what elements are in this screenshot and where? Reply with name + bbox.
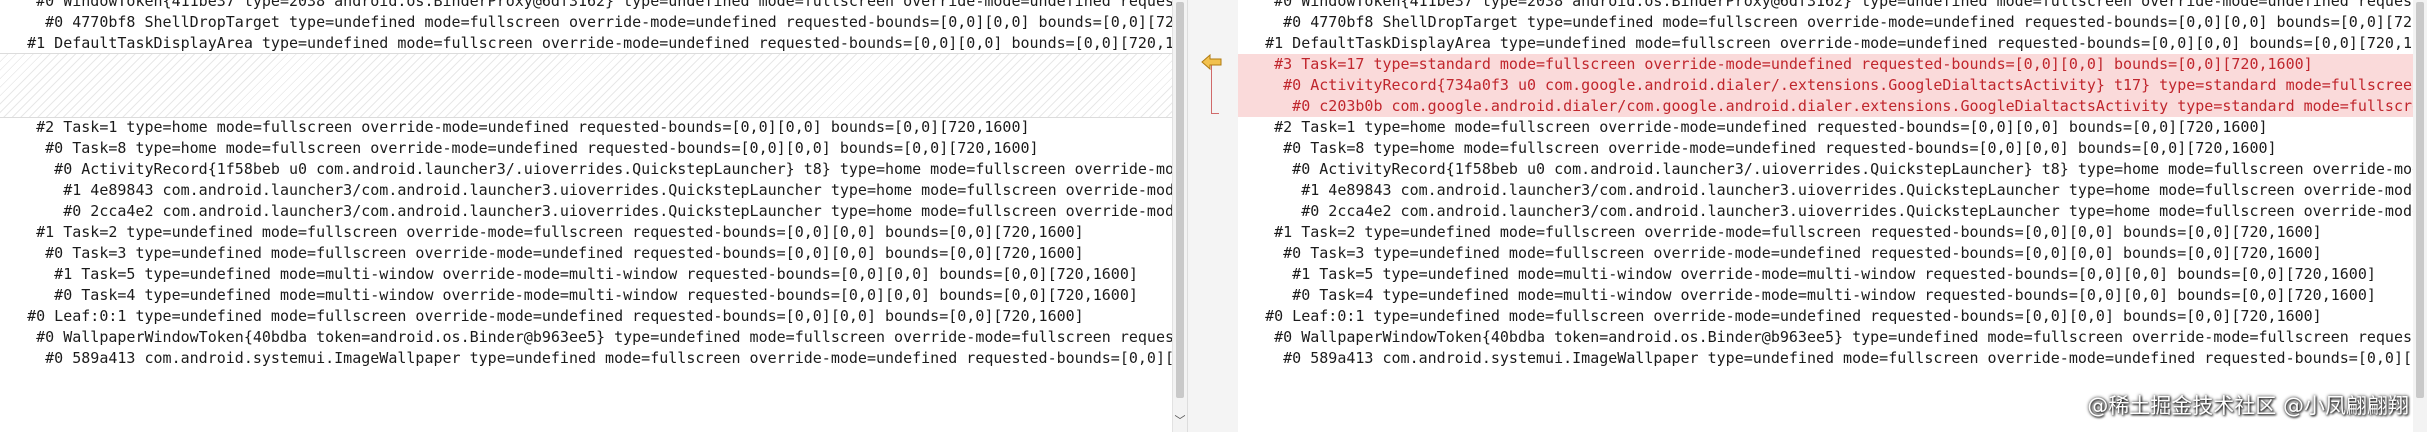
right-line-3: #1 DefaultTaskDisplayArea type=undefined… <box>1238 33 2427 54</box>
code-text: #0 WallpaperWindowToken{40bdba token=and… <box>1274 328 2427 346</box>
right-line-5: #0 Task=8 type=home mode=fullscreen over… <box>1238 138 2427 159</box>
right-added-line-1: #3 Task=17 type=standard mode=fullscreen… <box>1238 54 2427 75</box>
code-text: #0 4770bf8 ShellDropTarget type=undefine… <box>0 13 1172 31</box>
code-text: #1 DefaultTaskDisplayArea type=undefined… <box>0 34 1172 52</box>
merge-left-arrow-icon[interactable] <box>1201 54 1223 70</box>
code-text: #0 589a413 com.android.systemui.ImageWal… <box>45 349 1172 367</box>
code-text: #0 WindowToken{411be37 type=2038 android… <box>36 0 1172 10</box>
left-line-12: #0 Task=4 type=undefined mode=multi-wind… <box>0 285 1172 306</box>
right-vertical-scrollbar[interactable] <box>2413 0 2427 432</box>
left-line-15: #0 589a413 com.android.systemui.ImageWal… <box>0 348 1172 369</box>
code-text: #0 2cca4e2 com.android.launcher3/com.and… <box>0 202 1172 220</box>
code-text: #0 Task=3 type=undefined mode=fullscreen… <box>0 244 1084 262</box>
left-line-3: #1 DefaultTaskDisplayArea type=undefined… <box>0 33 1172 54</box>
right-added-line-3: #0 c203b0b com.google.android.dialer/com… <box>1238 96 2427 117</box>
right-added-line-2: #0 ActivityRecord{734a0f3 u0 com.google.… <box>1238 75 2427 96</box>
watermark-text: @稀土掘金技术社区 @小凤翩翩翔 <box>2087 394 2409 418</box>
right-line-6: #0 ActivityRecord{1f58beb u0 com.android… <box>1238 159 2427 180</box>
left-line-8: #0 2cca4e2 com.android.launcher3/com.and… <box>0 201 1172 222</box>
right-line-8: #0 2cca4e2 com.android.launcher3/com.and… <box>1238 201 2427 222</box>
code-text: #0 589a413 com.android.systemui.ImageWal… <box>1283 349 2427 367</box>
code-text: #0 ActivityRecord{1f58beb u0 com.android… <box>1292 160 2427 178</box>
scrollbar-thumb[interactable] <box>1176 2 1184 398</box>
code-text: #0 c203b0b com.google.android.dialer/com… <box>1292 97 2427 115</box>
left-line-13: #0 Leaf:0:1 type=undefined mode=fullscre… <box>0 306 1172 327</box>
code-text: #1 4e89843 com.android.launcher3/com.and… <box>0 181 1172 199</box>
code-text: #1 Task=5 type=undefined mode=multi-wind… <box>1238 265 2376 283</box>
code-text: #0 Task=4 type=undefined mode=multi-wind… <box>0 286 1138 304</box>
left-line-10: #0 Task=3 type=undefined mode=fullscreen… <box>0 243 1172 264</box>
left-line-7: #1 4e89843 com.android.launcher3/com.and… <box>0 180 1172 201</box>
code-text: #1 Task=2 type=undefined mode=fullscreen… <box>0 223 1084 241</box>
left-line-1: #0 WindowToken{411be37 type=2038 android… <box>0 0 1172 12</box>
left-line-11: #1 Task=5 type=undefined mode=multi-wind… <box>0 264 1172 285</box>
right-line-13: #0 Leaf:0:1 type=undefined mode=fullscre… <box>1238 306 2427 327</box>
left-diff-pane[interactable]: #0 WindowToken{411be37 type=2038 android… <box>0 0 1172 432</box>
code-text: #1 4e89843 com.android.launcher3/com.and… <box>1238 181 2427 199</box>
right-line-7: #1 4e89843 com.android.launcher3/com.and… <box>1238 180 2427 201</box>
right-diff-pane[interactable]: #0 WindowToken{411be37 type=2038 android… <box>1238 0 2427 432</box>
right-line-15: #0 589a413 com.android.systemui.ImageWal… <box>1238 348 2427 369</box>
code-text: #0 Leaf:0:1 type=undefined mode=fullscre… <box>0 307 1084 325</box>
right-line-4: #2 Task=1 type=home mode=fullscreen over… <box>1238 117 2427 138</box>
code-text: #0 WindowToken{411be37 type=2038 android… <box>1274 0 2427 10</box>
code-text: #0 ActivityRecord{734a0f3 u0 com.google.… <box>1283 76 2422 94</box>
code-text: #0 Task=4 type=undefined mode=multi-wind… <box>1238 286 2376 304</box>
right-line-14: #0 WallpaperWindowToken{40bdba token=and… <box>1238 327 2427 348</box>
code-text: #0 Leaf:0:1 type=undefined mode=fullscre… <box>1238 307 2322 325</box>
left-line-6: #0 ActivityRecord{1f58beb u0 com.android… <box>0 159 1172 180</box>
left-vertical-scrollbar[interactable]: ﹀ <box>1172 0 1187 432</box>
right-line-10: #0 Task=3 type=undefined mode=fullscreen… <box>1238 243 2427 264</box>
code-text: #0 WallpaperWindowToken{40bdba token=and… <box>36 328 1172 346</box>
scrollbar-thumb[interactable] <box>2416 2 2424 398</box>
left-line-14: #0 WallpaperWindowToken{40bdba token=and… <box>0 327 1172 348</box>
right-line-2: #0 4770bf8 ShellDropTarget type=undefine… <box>1238 12 2427 33</box>
diff-connector-cap <box>1211 113 1219 114</box>
left-line-9: #1 Task=2 type=undefined mode=fullscreen… <box>0 222 1172 243</box>
right-line-12: #0 Task=4 type=undefined mode=multi-wind… <box>1238 285 2427 306</box>
right-line-1: #0 WindowToken{411be37 type=2038 android… <box>1238 0 2427 12</box>
code-text: #2 Task=1 type=home mode=fullscreen over… <box>0 118 1030 136</box>
right-line-9: #1 Task=2 type=undefined mode=fullscreen… <box>1238 222 2427 243</box>
code-text: #3 Task=17 type=standard mode=fullscreen… <box>1238 55 2313 73</box>
left-line-4: #2 Task=1 type=home mode=fullscreen over… <box>0 117 1172 138</box>
code-text: #2 Task=1 type=home mode=fullscreen over… <box>1238 118 2268 136</box>
code-text: #1 DefaultTaskDisplayArea type=undefined… <box>1238 34 2427 52</box>
code-text: #1 Task=2 type=undefined mode=fullscreen… <box>1238 223 2322 241</box>
code-text: #0 Task=8 type=home mode=fullscreen over… <box>1238 139 2277 157</box>
left-line-2: #0 4770bf8 ShellDropTarget type=undefine… <box>0 12 1172 33</box>
code-text: #0 Task=8 type=home mode=fullscreen over… <box>0 139 1039 157</box>
left-line-5: #0 Task=8 type=home mode=fullscreen over… <box>0 138 1172 159</box>
right-line-11: #1 Task=5 type=undefined mode=multi-wind… <box>1238 264 2427 285</box>
code-text: #0 Task=3 type=undefined mode=fullscreen… <box>1238 244 2322 262</box>
scroll-down-arrow-icon[interactable]: ﹀ <box>1173 414 1187 428</box>
code-text: #0 ActivityRecord{1f58beb u0 com.android… <box>54 160 1172 178</box>
code-text: #0 4770bf8 ShellDropTarget type=undefine… <box>1238 13 2427 31</box>
diff-gap-placeholder <box>0 53 1172 118</box>
code-text: #1 Task=5 type=undefined mode=multi-wind… <box>0 265 1138 283</box>
code-text: #0 2cca4e2 com.android.launcher3/com.and… <box>1238 202 2427 220</box>
